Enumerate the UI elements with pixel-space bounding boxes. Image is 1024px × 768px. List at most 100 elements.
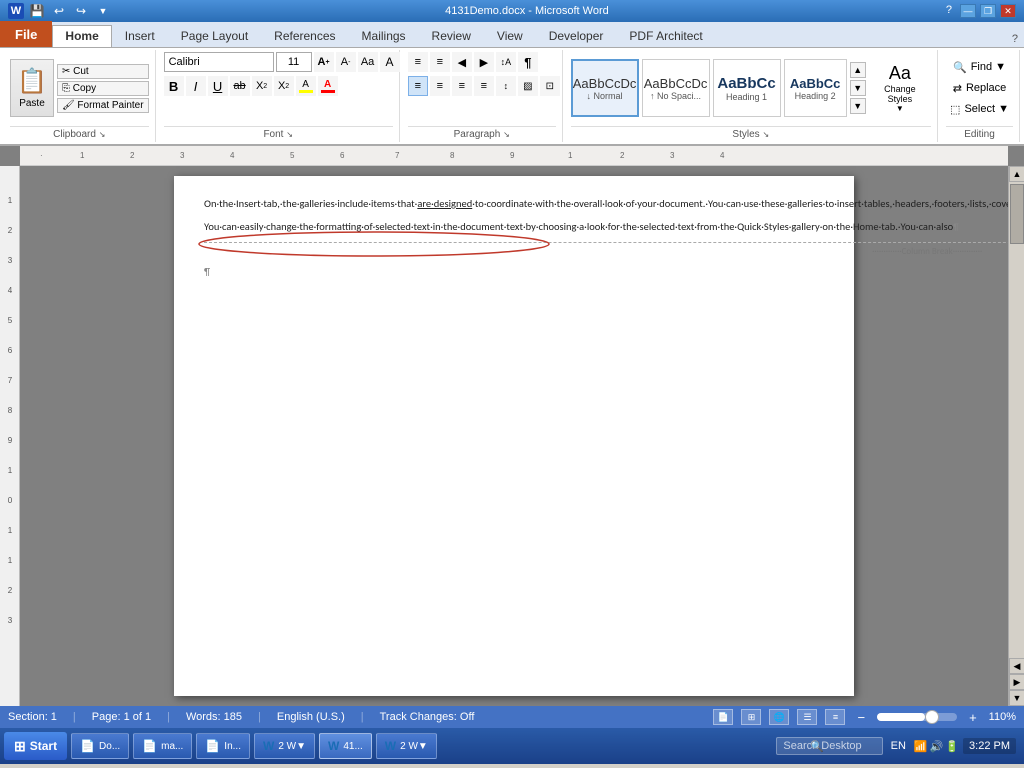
cut-button[interactable]: ✂ Cut (57, 64, 149, 79)
replace-button[interactable]: ⇄ Replace (949, 80, 1011, 97)
tab-developer[interactable]: Developer (536, 25, 617, 47)
shrink-font-button[interactable]: A- (336, 52, 356, 72)
help-icon[interactable]: ? (942, 4, 956, 18)
styles-scroll-up[interactable]: ▲ (850, 62, 866, 78)
start-label: Start (30, 739, 57, 753)
taskbar-item-41[interactable]: W 41... (319, 733, 372, 759)
style-heading1[interactable]: AaBbCc Heading 1 (713, 59, 781, 117)
font-size-input[interactable] (276, 52, 312, 72)
style-heading2[interactable]: AaBbCc Heading 2 (784, 59, 847, 117)
tab-insert[interactable]: Insert (112, 25, 168, 47)
quick-access-customize[interactable]: ▼ (94, 2, 112, 20)
align-right-button[interactable]: ≡ (452, 76, 472, 96)
start-button[interactable]: ⊞ Start (4, 732, 67, 760)
text-highlight-button[interactable]: A (296, 76, 316, 96)
volume-icon[interactable]: 🔊 (930, 740, 944, 753)
quick-access-redo[interactable]: ↪ (72, 2, 90, 20)
increase-indent-button[interactable]: ▶ (474, 52, 494, 72)
taskbar-item-2w1[interactable]: W 2 W▼ (254, 733, 315, 759)
borders-button[interactable]: ⊡ (540, 76, 560, 96)
change-styles-button[interactable]: Aa ChangeStyles ▼ (869, 58, 931, 118)
change-case-button[interactable]: Aa (358, 52, 378, 72)
sort-button[interactable]: ↕A (496, 52, 516, 72)
tab-file[interactable]: File (0, 21, 52, 47)
tab-references[interactable]: References (261, 25, 348, 47)
grow-font-button[interactable]: A+ (314, 52, 334, 72)
ribbon: 📋 Paste ✂ Cut ⎘ Copy 🖌 Format Painter Cl… (0, 48, 1024, 146)
select-button[interactable]: ⬚ Select ▼ (946, 101, 1013, 118)
taskbar-item-2w2[interactable]: W 2 W▼ (376, 733, 437, 759)
taskbar-right: Search Desktop 🔍 EN 📶 🔊 🔋 3:22 PM (776, 737, 1020, 755)
taskbar-label-2w2: 2 W▼ (400, 741, 428, 752)
clear-format-button[interactable]: A (380, 52, 400, 72)
view-draft-button[interactable]: ≡ (825, 709, 845, 725)
quick-access-undo[interactable]: ↩ (50, 2, 68, 20)
zoom-slider[interactable] (877, 713, 957, 721)
view-print-button[interactable]: 📄 (713, 709, 733, 725)
decrease-indent-button[interactable]: ◀ (452, 52, 472, 72)
style-no-spacing[interactable]: AaBbCcDc ↑ No Spaci... (642, 59, 710, 117)
quick-access-save[interactable]: 💾 (28, 2, 46, 20)
find-button[interactable]: 🔍 Find ▼ (949, 59, 1010, 76)
align-left-button[interactable]: ≡ (408, 76, 428, 96)
scroll-down-button[interactable]: ▼ (1009, 690, 1024, 706)
tab-mailings[interactable]: Mailings (349, 25, 419, 47)
tab-pdf-architect[interactable]: PDF Architect (616, 25, 715, 47)
track-changes-indicator: Track Changes: Off (380, 711, 475, 723)
show-hide-button[interactable]: ¶ (518, 52, 538, 72)
numbering-button[interactable]: ≡ (430, 52, 450, 72)
scroll-up-button[interactable]: ▲ (1009, 166, 1024, 182)
strikethrough-button[interactable]: ab (230, 76, 250, 96)
taskbar-label-41: 41... (343, 741, 362, 752)
taskbar-label-2w1: 2 W▼ (278, 741, 306, 752)
search-box[interactable]: Search Desktop 🔍 (776, 737, 882, 755)
italic-button[interactable]: I (186, 76, 206, 96)
taskbar-item-do[interactable]: 📄 Do... (71, 733, 129, 759)
close-button[interactable]: ✕ (1000, 4, 1016, 18)
clock[interactable]: 3:22 PM (963, 738, 1016, 754)
style-normal[interactable]: AaBbCcDc ↓ Normal (571, 59, 639, 117)
battery-icon[interactable]: 🔋 (945, 740, 959, 753)
zoom-in-button[interactable]: + (965, 710, 981, 725)
copy-button[interactable]: ⎘ Copy (57, 81, 149, 96)
scroll-previous-page[interactable]: ◀ (1009, 658, 1024, 674)
ribbon-help[interactable]: ? (1006, 31, 1024, 47)
tab-home[interactable]: Home (52, 25, 111, 47)
scroll-track[interactable] (1009, 182, 1024, 658)
underline-button[interactable]: U (208, 76, 228, 96)
subscript-button[interactable]: X2 (252, 76, 272, 96)
format-painter-button[interactable]: 🖌 Format Painter (57, 98, 149, 113)
bullets-button[interactable]: ≡ (408, 52, 428, 72)
justify-button[interactable]: ≡ (474, 76, 494, 96)
taskbar-icon-do: 📄 (80, 739, 95, 753)
view-outline-button[interactable]: ☰ (797, 709, 817, 725)
language-bar[interactable]: EN (887, 738, 910, 754)
font-name-input[interactable] (164, 52, 274, 72)
styles-more[interactable]: ▼ (850, 98, 866, 114)
taskbar-item-in[interactable]: 📄 In... (196, 733, 250, 759)
view-fullscreen-button[interactable]: ⊞ (741, 709, 761, 725)
shading-button[interactable]: ▨ (518, 76, 538, 96)
network-icon[interactable]: 📶 (914, 740, 928, 753)
align-center-button[interactable]: ≡ (430, 76, 450, 96)
zoom-out-button[interactable]: − (853, 710, 869, 725)
paste-button[interactable]: 📋 Paste (10, 59, 54, 117)
document-page: On·the·Insert·tab,·the·galleries·include… (174, 176, 854, 696)
bold-button[interactable]: B (164, 76, 184, 96)
view-web-button[interactable]: 🌐 (769, 709, 789, 725)
line-spacing-button[interactable]: ↕ (496, 76, 516, 96)
taskbar-item-ma[interactable]: 📄 ma... (133, 733, 192, 759)
restore-button[interactable]: ❐ (980, 4, 996, 18)
superscript-button[interactable]: X2 (274, 76, 294, 96)
minimize-button[interactable]: — (960, 4, 976, 18)
scroll-thumb[interactable] (1010, 184, 1024, 244)
clipboard-label: Clipboard ↘ (10, 126, 149, 140)
tab-view[interactable]: View (484, 25, 536, 47)
styles-scroll-down[interactable]: ▼ (850, 80, 866, 96)
tab-review[interactable]: Review (419, 25, 484, 47)
font-color-button[interactable]: A (318, 76, 338, 96)
style-no-spacing-preview: AaBbCcDc (644, 76, 708, 91)
zoom-level[interactable]: 110% (989, 711, 1016, 723)
scroll-next-page[interactable]: ▶ (1009, 674, 1024, 690)
tab-page-layout[interactable]: Page Layout (168, 25, 261, 47)
